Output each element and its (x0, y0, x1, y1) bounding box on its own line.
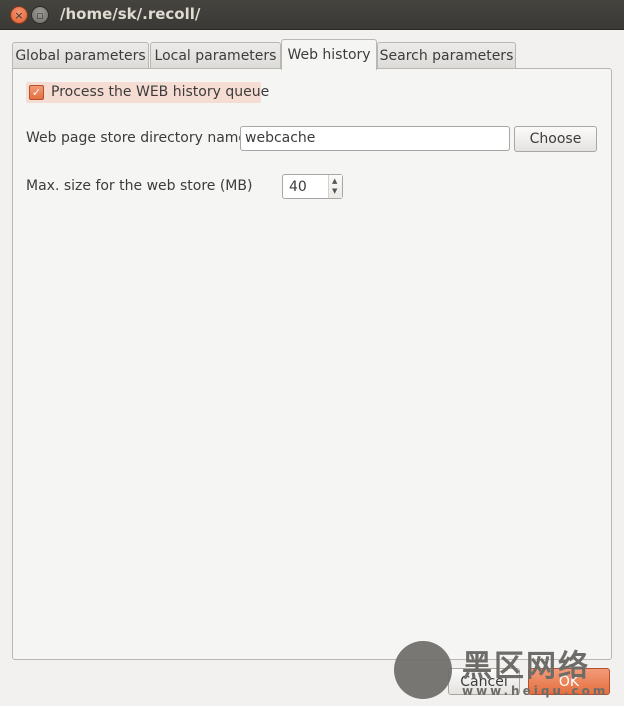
tab-local-parameters[interactable]: Local parameters (150, 42, 281, 69)
web-history-panel (12, 68, 612, 660)
window-title: /home/sk/.recoll/ (60, 5, 201, 23)
choose-button[interactable]: Choose (514, 126, 597, 152)
watermark-url: www.heiqu.com (462, 684, 609, 698)
close-icon[interactable]: × (10, 6, 28, 24)
watermark-text: 黑区网络 (462, 649, 590, 684)
store-dir-label: Web page store directory name (26, 130, 248, 146)
process-queue-checkbox[interactable]: ✓ (29, 85, 44, 100)
minimize-icon[interactable]: ▫ (31, 6, 49, 24)
max-size-label: Max. size for the web store (MB) (26, 178, 253, 194)
watermark-logo-icon (394, 641, 452, 699)
tab-global-parameters[interactable]: Global parameters (12, 42, 149, 69)
spin-down-icon[interactable]: ▼ (332, 188, 337, 195)
max-size-spinbox[interactable]: 40 ▲ ▼ (282, 174, 343, 199)
tab-search-parameters[interactable]: Search parameters (377, 42, 516, 69)
process-queue-label[interactable]: Process the WEB history queue (51, 84, 269, 100)
spin-up-icon[interactable]: ▲ (332, 178, 337, 185)
tab-web-history[interactable]: Web history (281, 39, 377, 70)
max-size-value[interactable]: 40 (289, 179, 307, 195)
spin-buttons: ▲ ▼ (328, 175, 342, 198)
title-bar: × ▫ /home/sk/.recoll/ (0, 0, 624, 30)
store-dir-input[interactable]: webcache (240, 126, 510, 151)
